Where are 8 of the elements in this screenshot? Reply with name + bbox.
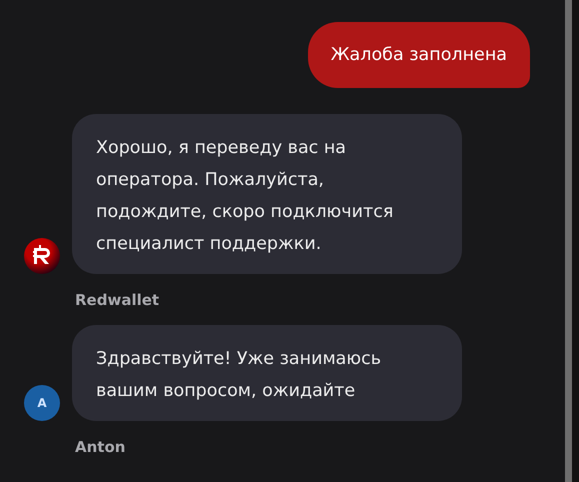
scrollbar[interactable] bbox=[565, 0, 572, 482]
message-bubble: Здравствуйте! Уже занимаюсь вашим вопросом, ожидайте bbox=[72, 325, 462, 421]
message-bubble: Жалоба заполнена bbox=[308, 22, 530, 88]
sender-name: Anton bbox=[75, 438, 126, 456]
sender-name: Redwallet bbox=[75, 291, 160, 309]
avatar: A bbox=[24, 385, 60, 421]
message-bubble: Хорошо, я переведу вас на оператора. Пожалуйста, подождите, скоро подключится специалист поддержки. bbox=[72, 114, 462, 274]
logo-icon bbox=[24, 238, 60, 274]
